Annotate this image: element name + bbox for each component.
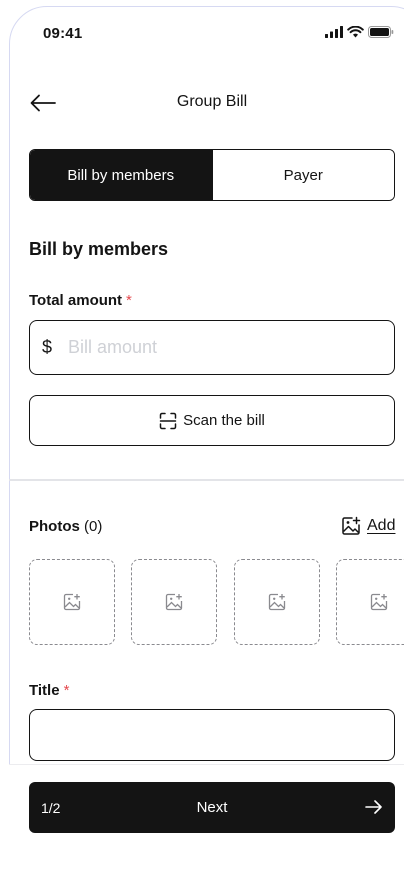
- step-indicator: 1/2: [41, 799, 61, 816]
- photo-slot-3[interactable]: [234, 559, 320, 645]
- section-divider: [9, 479, 404, 481]
- title-label: Title *: [29, 682, 69, 699]
- required-mark: *: [63, 682, 70, 699]
- scan-bill-label: Scan the bill: [183, 412, 265, 429]
- add-photo-label: Add: [367, 517, 396, 534]
- photos-count: (0): [84, 518, 103, 535]
- title-field: [29, 709, 395, 761]
- next-button[interactable]: 1/2 Next: [29, 782, 395, 833]
- cellular-signal-icon: [325, 26, 343, 38]
- add-photo-button[interactable]: Add: [341, 516, 395, 536]
- title-input[interactable]: [30, 710, 394, 760]
- photo-slot-1[interactable]: [29, 559, 115, 645]
- required-mark: *: [126, 292, 132, 309]
- arrow-right-icon: [365, 800, 382, 814]
- add-image-icon: [165, 593, 183, 611]
- total-amount-label-text: Total amount: [29, 292, 123, 309]
- battery-icon: [368, 26, 394, 38]
- add-image-icon: [63, 593, 81, 611]
- tab-bill-by-members[interactable]: Bill by members: [30, 150, 212, 200]
- scan-icon: [159, 412, 177, 429]
- amount-input[interactable]: [68, 337, 359, 358]
- photos-label: Photos (0): [29, 518, 102, 535]
- scan-bill-button[interactable]: Scan the bill: [29, 395, 395, 446]
- photo-slot-4[interactable]: [336, 559, 404, 645]
- status-time: 09:41: [43, 25, 83, 42]
- photos-label-text: Photos: [29, 518, 80, 535]
- currency-symbol: $: [42, 337, 53, 357]
- title-label-text: Title: [29, 682, 60, 699]
- add-image-icon: [370, 593, 388, 611]
- wifi-icon: [347, 26, 364, 38]
- next-label: Next: [196, 799, 228, 816]
- tab-payer[interactable]: Payer: [211, 150, 394, 200]
- status-icons: [325, 26, 394, 38]
- bill-mode-tabs: Bill by members Payer: [29, 149, 395, 201]
- add-image-icon: [342, 516, 361, 535]
- section-title: Bill by members: [29, 239, 169, 259]
- add-image-icon: [268, 593, 286, 611]
- total-amount-label: Total amount *: [29, 292, 132, 309]
- page-title: Group Bill: [176, 93, 248, 110]
- amount-field: $: [29, 320, 395, 375]
- photo-slot-2[interactable]: [131, 559, 217, 645]
- phone-screen: 09:41 Group Bill Bill by members Payer B…: [0, 0, 404, 874]
